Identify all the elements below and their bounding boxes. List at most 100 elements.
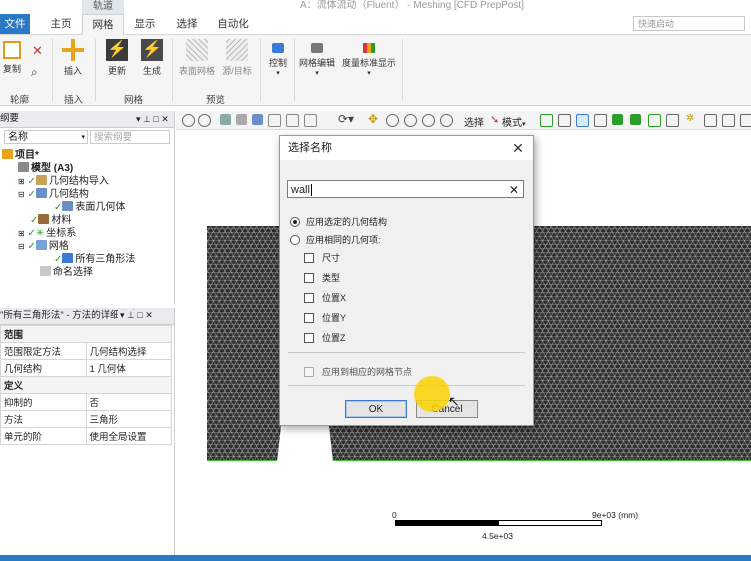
collapse-icon[interactable]: ⊟ [18,190,25,199]
mesh-edit-button[interactable]: 网格编辑 ▾ [297,43,337,77]
table-row[interactable]: 单元的阶 使用全局设置 [0,427,172,445]
checkbox[interactable] [304,273,314,283]
collapse-icon[interactable]: ⊟ [18,242,25,251]
checkbox[interactable] [304,253,314,263]
outline-search-placeholder: 搜索纲要 [94,132,133,143]
details-section-definition[interactable]: 定义 [0,376,172,394]
extend-limits-icon[interactable] [704,114,717,127]
select-label[interactable]: 选择 [464,114,484,129]
checkbox-label: 位置X [322,293,347,303]
table-row[interactable]: 抑制的否 [0,393,172,411]
edges-icon[interactable] [304,114,317,127]
check-size[interactable]: 尺寸 [304,251,340,264]
tree-item-coordinate-systems[interactable]: ⊞ ✓✳ 坐标系 [18,227,76,240]
clear-icon[interactable]: ✕ [509,181,519,199]
body-icon[interactable] [252,114,263,125]
select-vertex-icon[interactable] [540,114,553,127]
name-column-select[interactable]: 名称 ▾ [4,130,88,144]
select-all-icon[interactable] [722,114,735,127]
row-value[interactable]: 几何结构选择 [85,342,172,360]
tree-item-named-selections[interactable]: 命名选择 [40,266,93,279]
expand-icon[interactable]: ⊞ [18,177,25,186]
select-body-icon[interactable] [594,114,607,127]
tree-item-model[interactable]: 模型 (A3) [18,162,73,175]
table-row[interactable]: 几何结构 1 几何体 [0,359,172,377]
rotate-icon[interactable]: ⟳▾ [338,112,354,126]
select-edge-icon[interactable] [558,114,571,127]
pan-icon[interactable]: ✥ [368,112,378,126]
zoom-in-icon[interactable] [182,114,195,127]
tree-item-mesh[interactable]: ⊟ ✓ 网格 [18,240,69,253]
generate-button[interactable]: ⚡ 生成 [137,39,167,77]
box-select-icon[interactable] [268,114,281,127]
chevron-down-icon: ▾ [367,70,371,77]
radio-button-selected[interactable] [290,217,300,227]
checkbox-disabled[interactable] [304,367,314,377]
zoom-box-icon[interactable] [404,114,417,127]
checkbox[interactable] [304,293,314,303]
update-button[interactable]: ⚡ 更新 [102,39,132,77]
tree-item-materials[interactable]: ✓ 材料 [30,214,71,227]
row-value[interactable]: 三角形 [85,410,172,428]
check-location-x[interactable]: 位置X [304,291,346,304]
tab-display[interactable]: 显示 [126,14,164,34]
tab-selection[interactable]: 选择 [168,14,206,34]
copy-button[interactable]: 复制 [0,41,24,75]
zoom-icon[interactable] [386,114,399,127]
checkbox[interactable] [304,333,314,343]
control-button[interactable]: 控制 ▾ [265,43,291,77]
wireframe-icon[interactable] [236,114,247,125]
insert-button[interactable]: 插入 [58,39,88,77]
options-icon[interactable] [740,114,751,127]
tree-item-project[interactable]: 项目* [2,149,39,162]
check-type[interactable]: 类型 [304,271,340,284]
tab-automation[interactable]: 自动化 [210,14,256,34]
pin-icon[interactable]: ▾ ⊥ □ ✕ [136,111,169,127]
check-location-z[interactable]: 位置Z [304,331,346,344]
check-location-y[interactable]: 位置Y [304,311,346,324]
table-row[interactable]: 范围限定方法 几何结构选择 [0,342,172,360]
tab-home[interactable]: 主页 [42,14,80,34]
extend-adjacent-icon[interactable]: ✲ [686,113,694,124]
pin-icon[interactable]: ▾ ⊥ □ ✕ [118,310,153,321]
zoom-out-icon[interactable] [198,114,211,127]
metric-display-button[interactable]: 度量标准显示 ▾ [340,43,398,77]
tree-item-geometry-import[interactable]: ⊞ ✓ 几何结构导入 [18,175,109,188]
close-icon[interactable]: ✕ [509,139,527,157]
chevron-down-icon: ▾ [522,121,526,128]
tree-item-surface-body[interactable]: ✓ 表面几何体 [54,201,125,214]
select-element-icon[interactable] [648,114,661,127]
extend-selection-icon[interactable] [666,114,679,127]
delete-icon[interactable]: ✕ [32,43,43,59]
mode-dropdown[interactable]: 模式▾ [502,114,526,129]
zoom-selection-icon[interactable] [440,114,453,127]
radio-button[interactable] [290,235,300,245]
source-target-button[interactable]: 源/目标 [220,39,254,77]
select-node-icon[interactable] [612,114,623,125]
name-input[interactable]: wall ✕ [287,180,524,198]
zoom-fit-icon[interactable] [422,114,435,127]
row-value[interactable]: 1 几何体 [85,359,172,377]
select-face-icon[interactable] [576,114,589,127]
checkbox[interactable] [304,313,314,323]
ok-button[interactable]: OK [345,400,407,418]
search-icon[interactable]: ⌕ [31,65,38,80]
grid-icon[interactable] [286,114,299,127]
row-value[interactable]: 使用全局设置 [85,427,172,445]
tree-item-all-triangles[interactable]: ✓ 所有三角形法 [54,253,135,266]
radio-same-geometry[interactable]: 应用相同的几何项: [290,233,381,246]
check-apply-mesh-nodes[interactable]: 应用到相应的网格节点 [304,365,412,378]
shaded-view-icon[interactable] [220,114,231,125]
expand-icon[interactable]: ⊞ [18,229,25,238]
row-value[interactable]: 否 [85,393,172,411]
surface-mesh-button[interactable]: 表面网格 [178,39,216,77]
details-section-scope[interactable]: 范围 [0,325,172,343]
outline-search-input[interactable]: 搜索纲要 [90,130,170,144]
radio-selected-geometry[interactable]: 应用选定的几何结构 [290,215,387,228]
tab-mesh[interactable]: 网格 [82,14,124,35]
tab-file[interactable]: 文件 [0,14,30,34]
table-row[interactable]: 方法 三角形 [0,410,172,428]
quick-start-search[interactable]: 快速启动 [633,16,745,31]
select-element-face-icon[interactable] [630,114,641,125]
tree-item-geometry[interactable]: ⊟ ✓ 几何结构 [18,188,89,201]
